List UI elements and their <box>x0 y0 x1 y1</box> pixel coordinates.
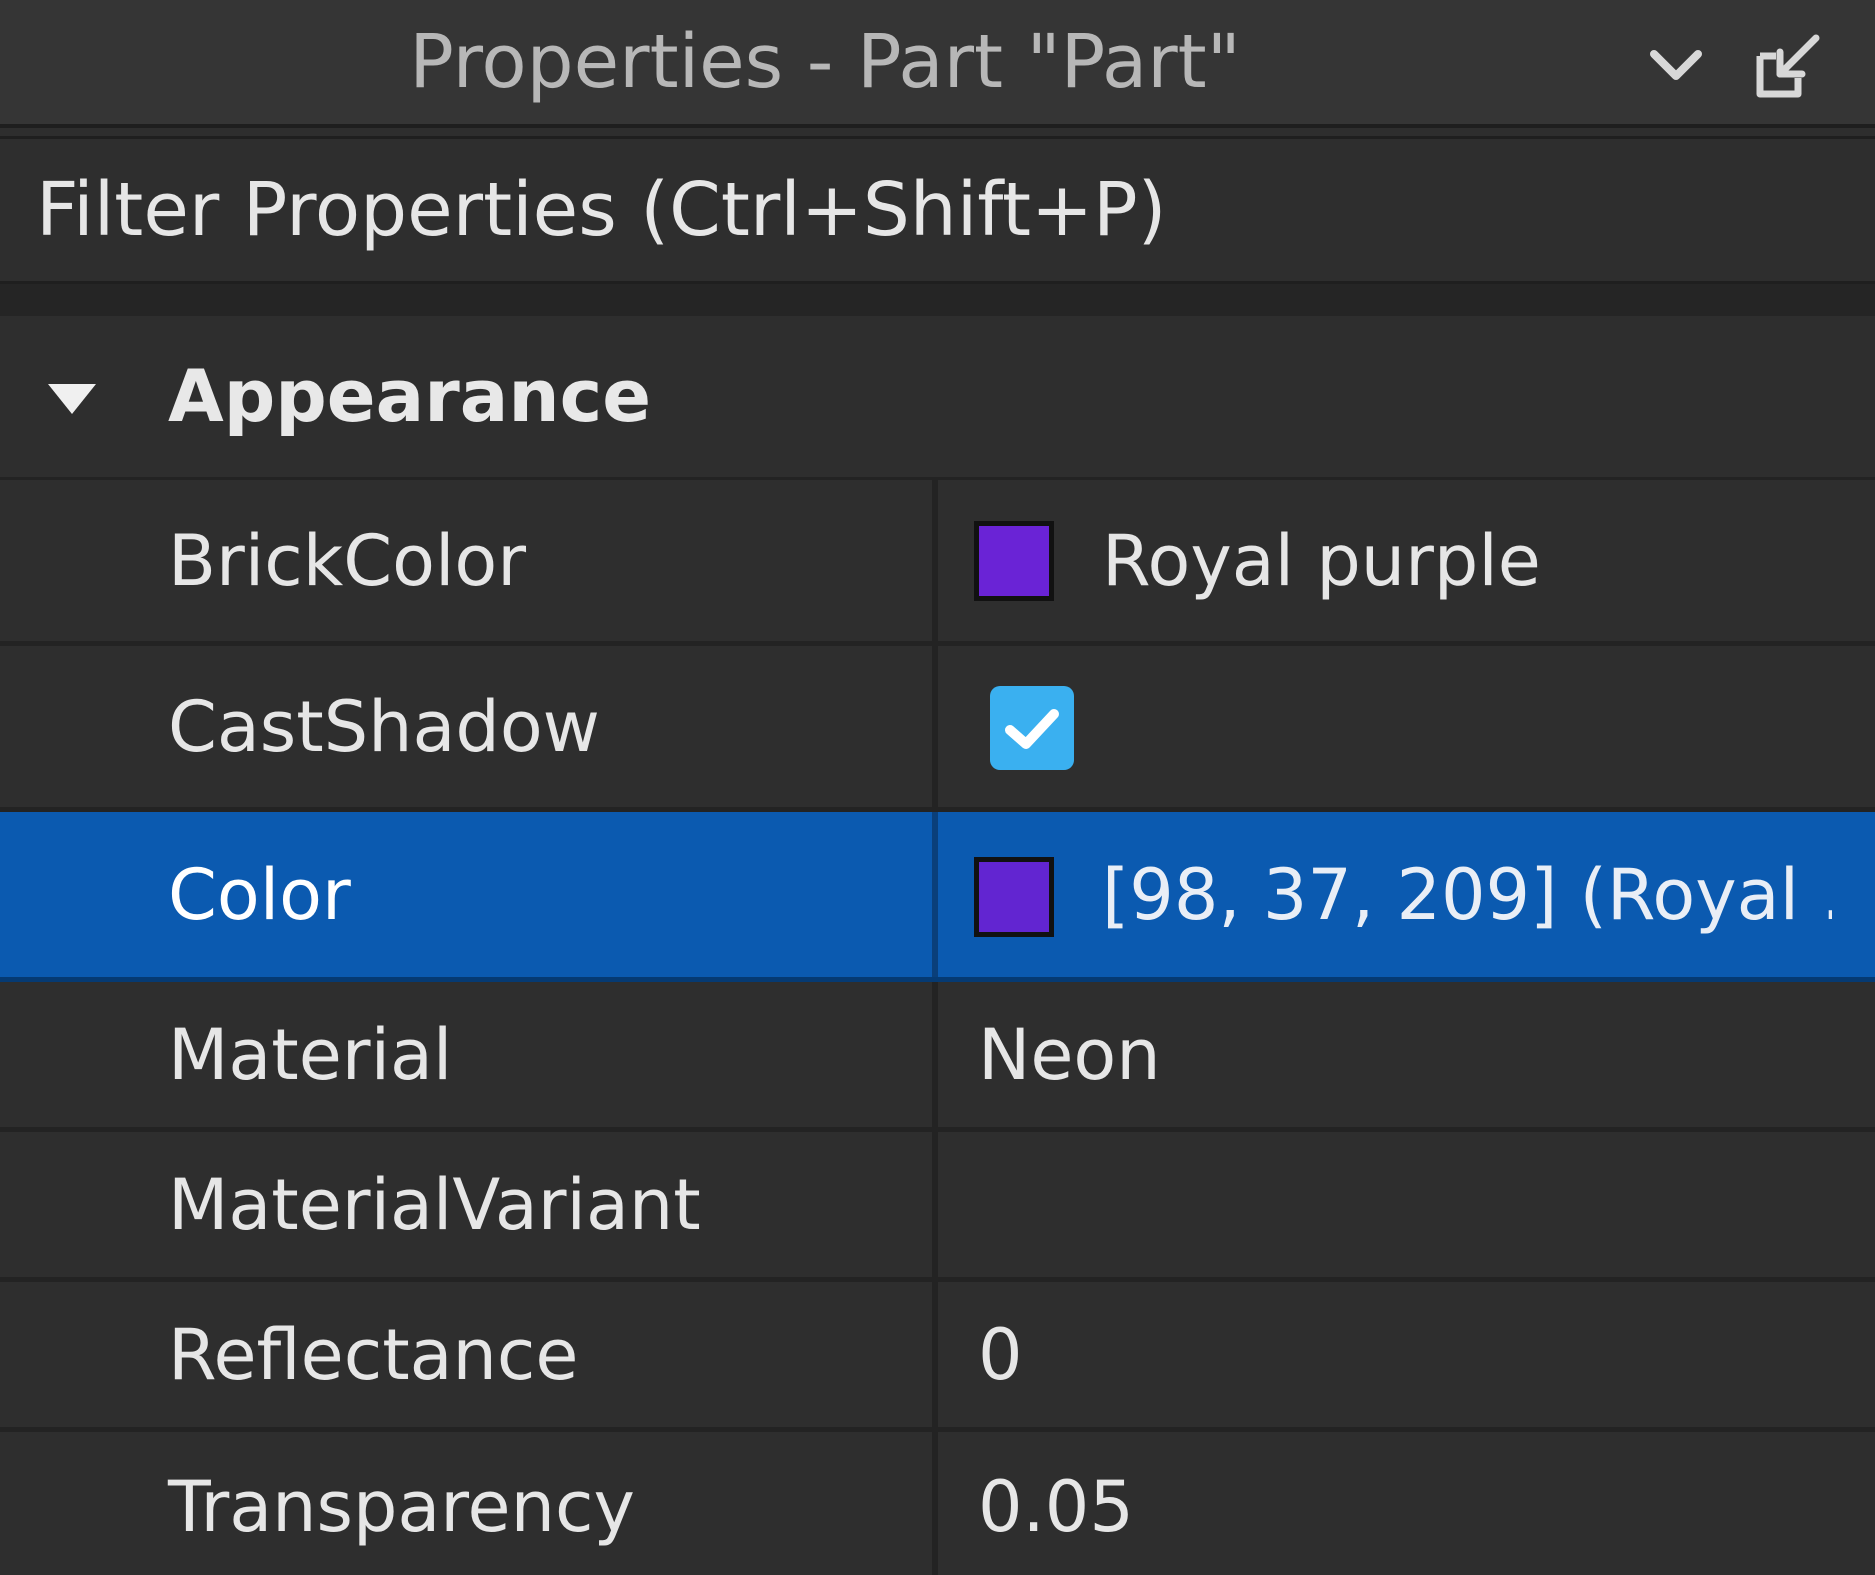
property-name: CastShadow <box>168 685 600 768</box>
property-row-reflectance[interactable]: Reflectance 0 <box>0 1282 1875 1432</box>
property-row-transparency[interactable]: Transparency 0.05 <box>0 1432 1875 1575</box>
chevron-down-icon[interactable] <box>1634 22 1718 106</box>
property-value-cell[interactable]: [98, 37, 209] (Royal ... <box>944 812 1875 977</box>
property-value-cell[interactable]: Neon <box>944 982 1875 1127</box>
property-name-cell: Reflectance <box>0 1282 938 1427</box>
property-row-materialvariant[interactable]: MaterialVariant <box>0 1132 1875 1282</box>
undock-icon[interactable] <box>1746 22 1830 106</box>
property-row-material[interactable]: Material Neon <box>0 982 1875 1132</box>
property-name: Color <box>168 853 351 936</box>
property-name-cell: Material <box>0 982 938 1127</box>
checkmark-icon <box>1005 709 1059 749</box>
property-name-cell: BrickColor <box>0 480 938 641</box>
properties-panel: Properties - Part "Part" Appearance <box>0 0 1875 1575</box>
property-name-cell: Transparency <box>0 1432 938 1575</box>
property-row-castshadow[interactable]: CastShadow <box>0 646 1875 812</box>
property-value[interactable]: 0.05 <box>978 1432 1134 1575</box>
property-name: MaterialVariant <box>168 1163 701 1246</box>
section-appearance[interactable]: Appearance <box>0 316 1875 480</box>
filter-bar <box>0 136 1875 284</box>
property-value-cell[interactable]: 0 <box>944 1282 1875 1427</box>
property-name: BrickColor <box>168 519 527 602</box>
panel-title: Properties - Part "Part" <box>409 19 1241 105</box>
property-value[interactable]: Neon <box>978 982 1161 1127</box>
property-value[interactable]: [98, 37, 209] (Royal ... <box>1102 812 1832 977</box>
color-swatch[interactable] <box>974 857 1054 937</box>
title-bar: Properties - Part "Part" <box>0 0 1875 128</box>
caret-down-icon[interactable] <box>44 376 100 420</box>
section-label: Appearance <box>168 354 652 438</box>
property-value-cell[interactable]: 0.05 <box>944 1432 1875 1575</box>
property-value-cell[interactable] <box>944 646 1875 807</box>
property-name-cell: Color <box>0 812 938 977</box>
property-name-cell: MaterialVariant <box>0 1132 938 1277</box>
property-value[interactable]: 0 <box>978 1282 1023 1427</box>
property-name: Transparency <box>168 1466 635 1548</box>
property-row-color[interactable]: Color [98, 37, 209] (Royal ... <box>0 812 1875 982</box>
property-name: Material <box>168 1013 453 1096</box>
property-name: Reflectance <box>168 1313 579 1396</box>
castshadow-checkbox[interactable] <box>990 686 1074 770</box>
section-divider <box>0 284 1875 316</box>
property-value-cell[interactable] <box>944 1132 1875 1277</box>
property-value-cell[interactable]: Royal purple <box>944 480 1875 641</box>
filter-properties-input[interactable] <box>36 139 1836 281</box>
property-name-cell: CastShadow <box>0 646 938 807</box>
property-value[interactable]: Royal purple <box>1102 480 1541 641</box>
color-swatch[interactable] <box>974 521 1054 601</box>
property-row-brickcolor[interactable]: BrickColor Royal purple <box>0 480 1875 646</box>
